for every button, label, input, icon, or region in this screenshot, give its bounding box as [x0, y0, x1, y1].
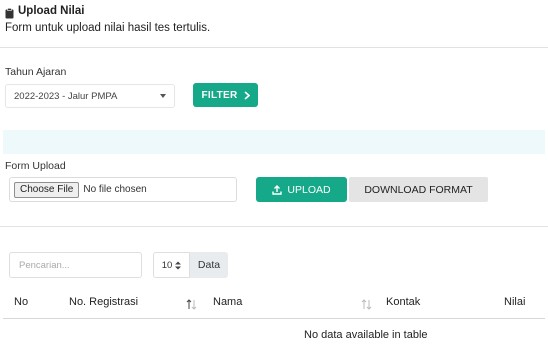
header-divider [0, 47, 548, 48]
sort-icon[interactable] [361, 297, 372, 310]
column-header-score[interactable]: Nilai [504, 296, 525, 308]
page-size-addon: Data [190, 252, 228, 278]
column-header-name[interactable]: Nama [213, 296, 242, 308]
academic-year-select[interactable]: 2022-2023 - Jalur PMPA [5, 84, 175, 108]
page-subtitle: Form untuk upload nilai hasil tes tertul… [5, 22, 211, 34]
choose-file-button[interactable]: Choose File [14, 181, 80, 198]
column-header-registration[interactable]: No. Registrasi [69, 296, 138, 308]
page-size-value: 10 [161, 259, 173, 271]
upload-form-label: Form Upload [5, 160, 66, 172]
upload-icon [272, 184, 283, 195]
filter-button[interactable]: FILTER [193, 83, 258, 107]
academic-year-selected-value: 2022-2023 - Jalur PMPA [14, 90, 118, 102]
title-row: Upload Nilai [5, 5, 85, 18]
file-input[interactable]: Choose File No file chosen [9, 177, 237, 202]
table-empty-message: No data available in table [304, 329, 428, 341]
column-header-no[interactable]: No [14, 296, 28, 308]
page-title: Upload Nilai [18, 5, 85, 17]
search-input[interactable] [9, 252, 142, 278]
academic-year-label: Tahun Ajaran [5, 66, 67, 78]
table-header-border [3, 318, 545, 319]
updown-icon [175, 261, 182, 270]
page-size-select[interactable]: 10 [153, 252, 190, 278]
upload-button-label: UPLOAD [287, 183, 331, 196]
page-header: Upload Nilai [5, 5, 85, 18]
filter-button-label: FILTER [201, 89, 238, 101]
column-header-contact[interactable]: Kontak [386, 296, 420, 308]
no-file-text: No file chosen [83, 184, 147, 195]
chevron-right-icon [244, 90, 250, 100]
download-format-button[interactable]: DOWNLOAD FORMAT [349, 177, 488, 202]
sort-icon[interactable] [186, 297, 197, 310]
upload-divider [0, 226, 548, 227]
clipboard-icon [5, 6, 14, 18]
info-bar [3, 130, 545, 154]
caret-down-icon [160, 94, 166, 98]
upload-button[interactable]: UPLOAD [256, 177, 347, 202]
